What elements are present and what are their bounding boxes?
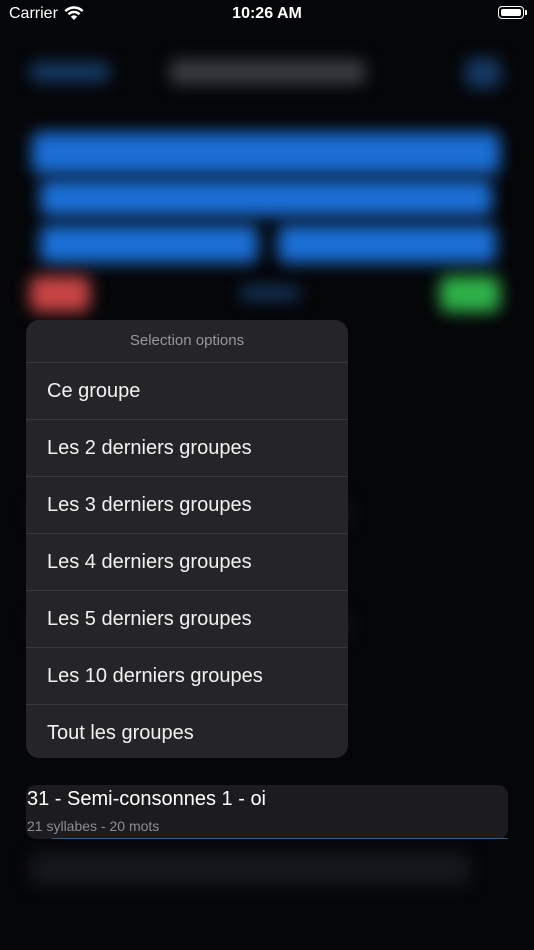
blurred-list-row — [30, 852, 470, 886]
blurred-green-button — [440, 276, 500, 312]
blurred-button-1 — [32, 132, 500, 174]
menu-item-last-10-groups[interactable]: Les 10 derniers groupes — [26, 648, 348, 705]
current-group-row[interactable]: 31 - Semi-consonnes 1 - oi 21 syllabes -… — [26, 785, 508, 839]
menu-item-ce-groupe[interactable]: Ce groupe — [26, 363, 348, 420]
blurred-button-4 — [278, 225, 496, 263]
blurred-nav-title — [170, 60, 365, 84]
blurred-red-button — [30, 276, 90, 312]
menu-item-last-3-groups[interactable]: Les 3 derniers groupes — [26, 477, 348, 534]
blurred-center-label — [240, 286, 300, 300]
blurred-button-3 — [40, 225, 258, 263]
selection-options-menu: Selection options Ce groupe Les 2 dernie… — [26, 320, 348, 758]
blurred-button-2 — [40, 180, 492, 216]
menu-item-last-5-groups[interactable]: Les 5 derniers groupes — [26, 591, 348, 648]
blurred-back-button — [30, 62, 110, 82]
group-subtitle: 21 syllabes - 20 mots — [27, 818, 160, 834]
menu-item-last-4-groups[interactable]: Les 4 derniers groupes — [26, 534, 348, 591]
blurred-nav-action — [465, 58, 501, 88]
menu-item-all-groups[interactable]: Tout les groupes — [26, 705, 348, 758]
group-title: 31 - Semi-consonnes 1 - oi — [27, 788, 267, 810]
menu-item-last-2-groups[interactable]: Les 2 derniers groupes — [26, 420, 348, 477]
row-separator — [52, 838, 508, 839]
menu-header: Selection options — [26, 320, 348, 363]
